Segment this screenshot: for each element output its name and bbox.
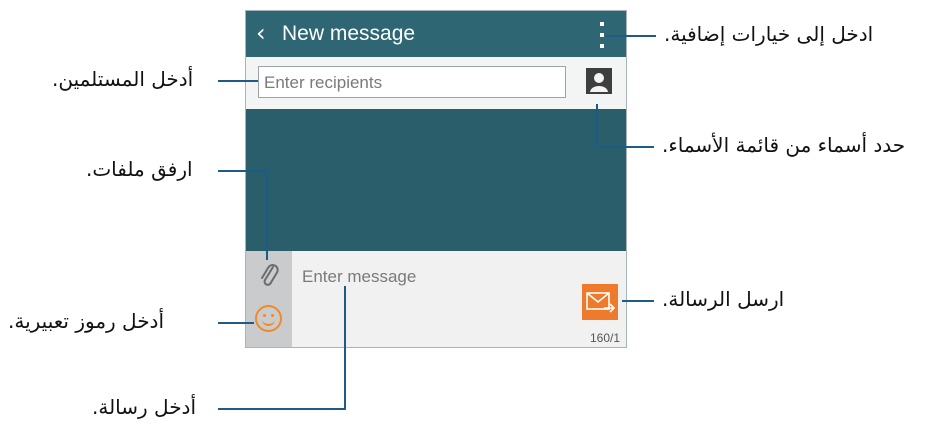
annotation-more-options: ادخل إلى خيارات إضافية. [664,22,874,46]
leader-line-attach-vertical [266,170,268,260]
annotation-attach-files: ارفق ملفات. [86,157,193,181]
leader-line-contacts-horizontal [596,146,654,148]
leader-line-message-vertical [344,286,346,410]
leader-line-message-horizontal [218,408,346,410]
send-envelope-icon[interactable] [582,284,618,320]
recipients-input[interactable]: Enter recipients [258,66,566,98]
annotation-enter-recipients: أدخل المستلمين. [52,67,194,91]
message-input[interactable]: Enter message [302,267,416,287]
compose-tools [246,251,292,347]
recipients-bar: Enter recipients [246,57,626,109]
leader-line-more-options [606,35,656,37]
contact-icon[interactable] [586,68,612,94]
smiley-icon[interactable] [255,305,282,332]
leader-line-send [622,300,654,302]
annotation-insert-emoticons: أدخل رموز تعبيرية. [8,309,165,333]
leader-line-emoticons [218,322,254,324]
chevron-left-icon[interactable]: ‹ [256,20,266,46]
annotation-send-message: ارسل الرسالة. [662,287,785,311]
annotation-enter-message: أدخل رسالة. [92,395,197,419]
more-options-icon[interactable] [598,22,606,48]
character-counter: 160/1 [589,331,620,345]
app-bar: ‹ New message [246,11,626,57]
annotation-select-contacts: حدد أسماء من قائمة الأسماء. [662,133,906,157]
leader-line-attach-horizontal [218,170,268,172]
leader-line-contacts-vertical [596,104,598,146]
compose-area: Enter message 160/1 [246,251,626,347]
leader-line-recipients [218,80,258,82]
screen-title: New message [282,22,416,45]
paperclip-icon[interactable] [258,261,282,291]
message-compose-screen: ‹ New message Enter recipients Enter mes… [245,10,627,348]
